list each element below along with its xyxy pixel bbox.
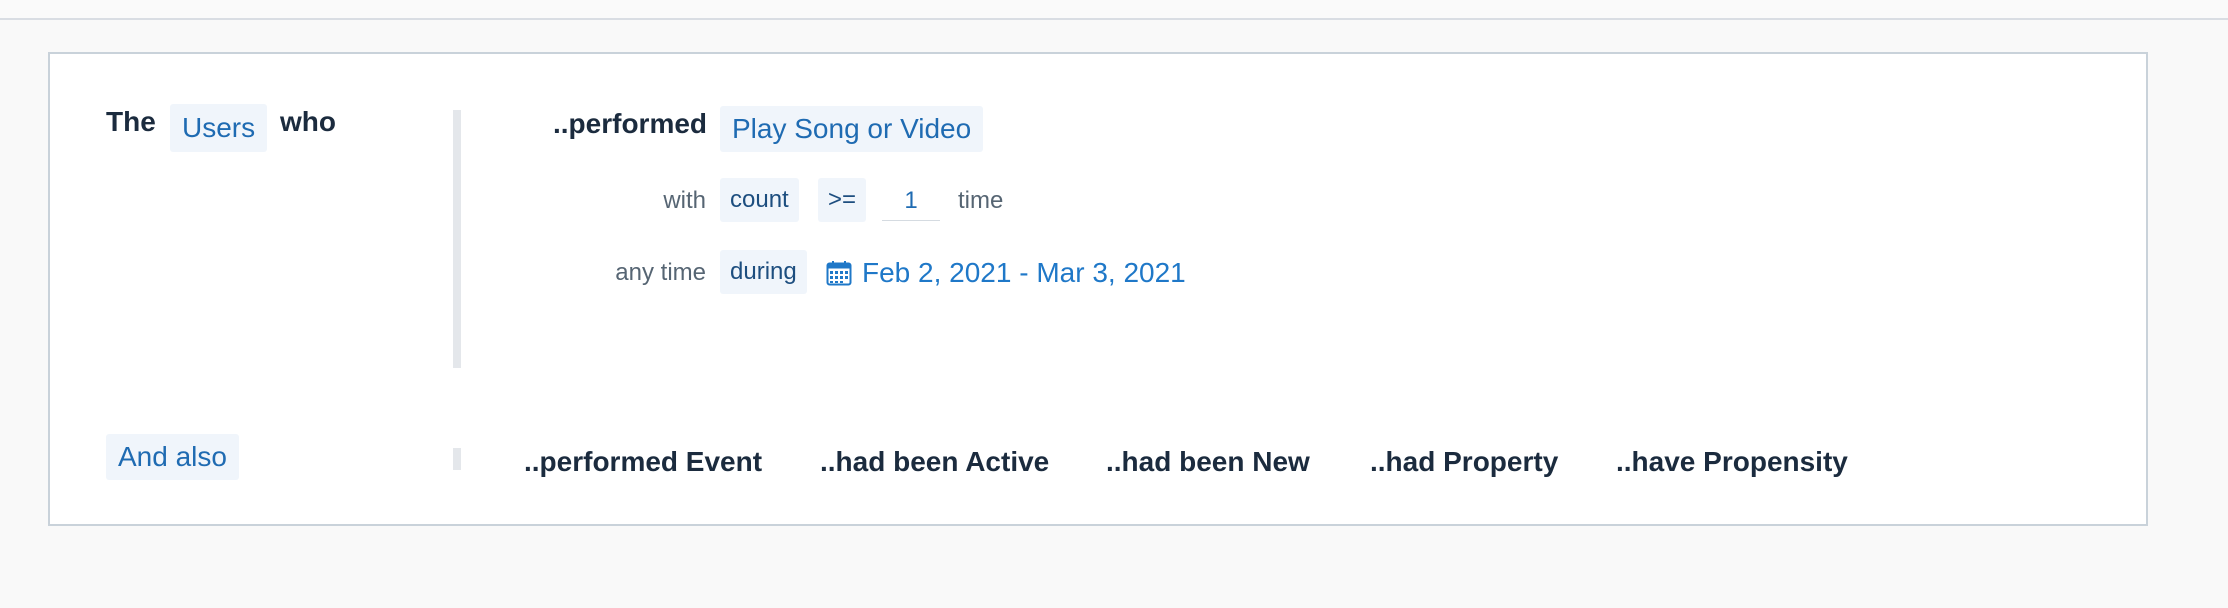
condition-group-bar [453,110,461,368]
with-label: with [663,187,706,214]
unit-label: time [958,187,1004,214]
and-also-bar [453,448,461,470]
metric-selector[interactable]: count [720,178,799,222]
option-had-property[interactable]: ..had Property [1370,446,1558,478]
event-selector[interactable]: Play Song or Video [720,106,984,152]
top-bar [0,0,2228,20]
cohort-definition-panel: The Users who ..performed Play Song or V… [48,52,2148,526]
entity-selector[interactable]: Users [170,104,268,152]
date-range-text: Feb 2, 2021 - Mar 3, 2021 [862,257,1186,288]
option-had-been-new[interactable]: ..had been New [1106,446,1310,478]
and-also-button[interactable]: And also [106,434,239,480]
the-label: The [106,106,156,137]
calendar-icon [826,261,852,286]
time-scope-label: any time [615,259,706,286]
operator-selector[interactable]: >= [818,178,867,222]
option-had-been-active[interactable]: ..had been Active [820,446,1049,478]
threshold-input[interactable]: 1 [882,182,940,221]
date-range-picker[interactable]: Feb 2, 2021 - Mar 3, 2021 [826,252,1186,294]
performed-label: ..performed [553,108,708,139]
option-performed-event[interactable]: ..performed Event [524,446,762,478]
time-operator-selector[interactable]: during [720,250,807,294]
who-label: who [280,106,336,137]
option-have-propensity[interactable]: ..have Propensity [1616,446,1848,478]
